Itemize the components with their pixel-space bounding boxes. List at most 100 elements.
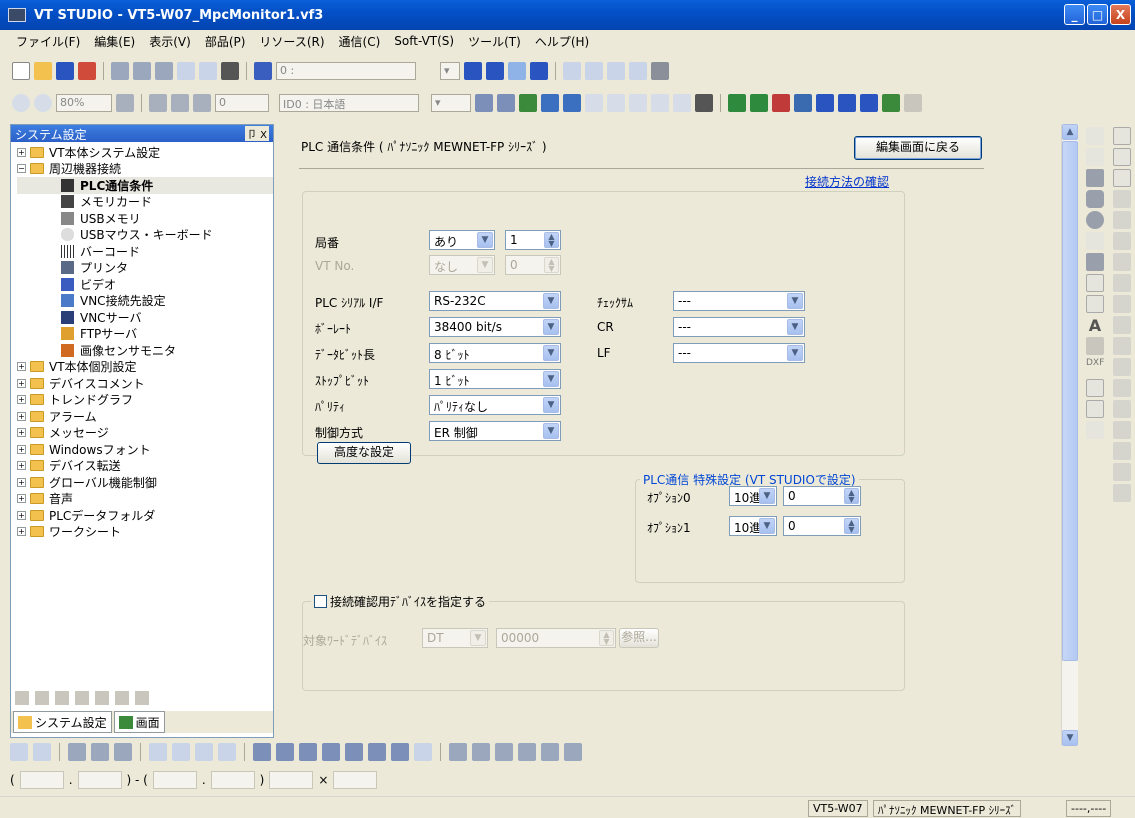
expand-icon[interactable]: +: [17, 510, 26, 520]
tree-item-ftp-server[interactable]: FTPサーバ: [17, 326, 273, 343]
zoom-out-icon[interactable]: [34, 94, 52, 112]
fill-icon[interactable]: [651, 62, 669, 80]
expand-icon[interactable]: +: [17, 477, 26, 487]
zoom-select[interactable]: 80%: [56, 94, 112, 112]
distribute-icon[interactable]: [629, 62, 647, 80]
arrange-5-icon[interactable]: [564, 743, 582, 761]
select-icon[interactable]: [10, 743, 28, 761]
tree-item-device-transfer[interactable]: + デバイス転送: [17, 458, 273, 475]
ellipse-icon[interactable]: [1086, 211, 1104, 229]
connection-icon[interactable]: [860, 94, 878, 112]
line-icon[interactable]: [1086, 127, 1104, 145]
sector-icon[interactable]: [1086, 253, 1104, 271]
option0-value-stepper[interactable]: 0 ▲ ▼: [783, 486, 861, 506]
abc-display-icon[interactable]: [1113, 148, 1131, 166]
tree-item-vt-system[interactable]: + VT本体システム設定: [17, 144, 273, 161]
move-down-icon[interactable]: [464, 62, 482, 80]
spin-arrows-icon[interactable]: ▲ ▼: [844, 518, 859, 534]
keypad-icon[interactable]: [1113, 316, 1131, 334]
delete-icon[interactable]: [114, 743, 132, 761]
meter-icon[interactable]: [1113, 211, 1131, 229]
advanced-settings-button[interactable]: 高度な設定: [317, 442, 411, 464]
station-mode-select[interactable]: あり ▼: [429, 230, 495, 250]
layer-backward-icon[interactable]: [322, 743, 340, 761]
image-icon[interactable]: [475, 94, 493, 112]
tree-item-video[interactable]: ビデオ: [17, 276, 273, 293]
menu-help[interactable]: ヘルプ(H): [535, 33, 589, 50]
tree-item-device-comment[interactable]: + デバイスコメント: [17, 375, 273, 392]
message-icon[interactable]: [1113, 169, 1131, 187]
switch-icon[interactable]: [1113, 295, 1131, 313]
cnt-icon[interactable]: [629, 94, 647, 112]
arrange-2-icon[interactable]: [495, 743, 513, 761]
coordinate-field[interactable]: 0 :: [276, 62, 416, 80]
undo-icon[interactable]: [177, 62, 195, 80]
tree-item-global-control[interactable]: + グローバル機能制御: [17, 474, 273, 491]
panel-header-buttons[interactable]: 卩 X: [244, 126, 269, 141]
edit-icon[interactable]: [15, 691, 29, 705]
all-select-icon[interactable]: [193, 94, 211, 112]
vt-no-stepper[interactable]: 0 ▲ ▼: [505, 255, 561, 275]
option1-base-select[interactable]: 10進 ▼: [729, 516, 777, 536]
checksum-select[interactable]: --- ▼: [673, 291, 805, 311]
option1-value-stepper[interactable]: 0 ▲ ▼: [783, 516, 861, 536]
expand-icon[interactable]: +: [17, 444, 26, 454]
lf-select[interactable]: --- ▼: [673, 343, 805, 363]
tree-item-peripheral[interactable]: − 周辺機器接続: [17, 161, 273, 178]
tree-item-usb-mouse[interactable]: USBマウス・キーボード: [17, 227, 273, 244]
bar-graph-icon[interactable]: [1113, 232, 1131, 250]
expand-icon[interactable]: +: [17, 378, 26, 388]
matrix-icon[interactable]: [695, 94, 713, 112]
maximize-button[interactable]: □: [1087, 4, 1108, 25]
control-method-select[interactable]: ER 制御 ▼: [429, 421, 561, 441]
align-icon[interactable]: [607, 62, 625, 80]
height-field[interactable]: [333, 771, 378, 789]
copy-icon[interactable]: [35, 691, 49, 705]
layer-front-icon[interactable]: [253, 743, 271, 761]
spin-arrows-icon[interactable]: ▲ ▼: [599, 630, 614, 646]
arc-icon[interactable]: [1086, 232, 1104, 250]
spin-arrows-icon[interactable]: ▲ ▼: [544, 257, 559, 273]
menu-tools[interactable]: ツール(T): [468, 33, 521, 50]
tree-item-vt-individual[interactable]: + VT本体個別設定: [17, 359, 273, 376]
content-scrollbar[interactable]: ▲ ▼: [1061, 124, 1078, 746]
back-to-edit-button[interactable]: 編集画面に戻る: [854, 136, 982, 160]
align-left-icon[interactable]: [68, 743, 86, 761]
layer-icon[interactable]: [508, 62, 526, 80]
redo-icon[interactable]: [199, 62, 217, 80]
snap-icon[interactable]: [149, 94, 167, 112]
new-file-icon[interactable]: [12, 62, 30, 80]
connection-confirm-checkbox[interactable]: [314, 595, 327, 608]
clock-part-icon[interactable]: [1113, 400, 1131, 418]
expand-icon[interactable]: +: [17, 494, 26, 504]
expand-icon[interactable]: +: [17, 147, 26, 157]
data-bit-select[interactable]: 8 ﾋﾞｯﾄ ▼: [429, 343, 561, 363]
menu-resource[interactable]: リソース(R): [259, 33, 324, 50]
import-icon[interactable]: [135, 691, 149, 705]
expand-icon[interactable]: +: [17, 527, 26, 537]
dropdown-arrow[interactable]: ▾: [440, 62, 460, 80]
extra-icon[interactable]: [904, 94, 922, 112]
group-align-icon[interactable]: [449, 743, 467, 761]
pointer-icon[interactable]: [33, 743, 51, 761]
spacing-h-icon[interactable]: [345, 743, 363, 761]
target-address-stepper[interactable]: 00000 ▲ ▼: [496, 628, 616, 648]
connection-method-link[interactable]: 接続方法の確認: [805, 173, 889, 190]
transfer-out-icon[interactable]: [750, 94, 768, 112]
spin-arrows-icon[interactable]: ▲ ▼: [544, 232, 559, 248]
transfer-in-icon[interactable]: [728, 94, 746, 112]
io-icon[interactable]: [882, 94, 900, 112]
snap-align-icon[interactable]: [414, 743, 432, 761]
tree-item-worksheet[interactable]: + ワークシート: [17, 524, 273, 541]
settings-part-icon[interactable]: [1113, 358, 1131, 376]
mirror-icon[interactable]: [195, 743, 213, 761]
close-button[interactable]: X: [1110, 4, 1131, 25]
menu-edit[interactable]: 編集(E): [94, 33, 135, 50]
tree-item-audio[interactable]: + 音声: [17, 491, 273, 508]
expand-icon[interactable]: +: [17, 362, 26, 372]
tree-item-vnc-server[interactable]: VNCサーバ: [17, 309, 273, 326]
frame-icon[interactable]: [1086, 295, 1104, 313]
number-field[interactable]: 0: [215, 94, 269, 112]
tree-item-trend-graph[interactable]: + トレンドグラフ: [17, 392, 273, 409]
plc-interface-select[interactable]: RS-232C ▼: [429, 291, 561, 311]
